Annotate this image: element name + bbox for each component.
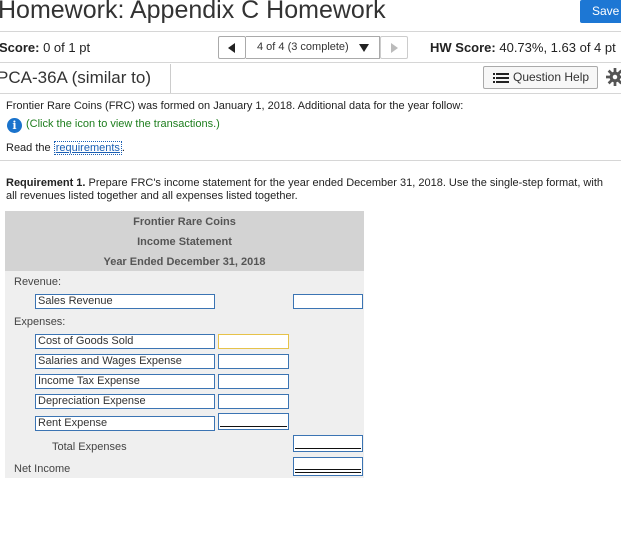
info-icon[interactable]: i [7, 118, 22, 133]
revenue-amount-field[interactable] [293, 294, 363, 309]
question-select-value: 4 of 4 (3 complete) [257, 41, 349, 53]
double-underline [295, 469, 361, 470]
question-id: PCA-36A (similar to) [0, 68, 151, 87]
question-help-label: Question Help [513, 70, 590, 84]
total-expenses-label: Total Expenses [52, 441, 127, 453]
divider [0, 62, 621, 63]
hw-score: HW Score: 40.73%, 1.63 of 4 pt [430, 40, 616, 55]
requirement-body: Prepare FRC's income statement for the y… [6, 177, 603, 202]
gear-icon[interactable] [606, 68, 621, 86]
expense-account-field[interactable]: Cost of Goods Sold [35, 334, 215, 349]
chevron-down-icon [359, 44, 369, 52]
hw-score-label: HW Score: [430, 40, 496, 55]
expense-account-field[interactable]: Rent Expense [35, 416, 215, 431]
read-prefix: Read the [6, 142, 51, 154]
statement-body: Revenue: Sales Revenue Expenses: Cost of… [5, 271, 364, 478]
read-suffix: . [121, 142, 125, 154]
expense-account-field[interactable]: Income Tax Expense [35, 374, 215, 389]
expense-amount-field[interactable] [218, 354, 289, 369]
expense-account-field[interactable]: Depreciation Expense [35, 394, 215, 409]
expense-amount-field[interactable] [218, 394, 289, 409]
hw-score-value: 40.73%, 1.63 of 4 pt [499, 40, 616, 55]
revenue-account-field[interactable]: Sales Revenue [35, 294, 215, 309]
underline [295, 448, 361, 449]
previous-question-button[interactable] [218, 36, 246, 59]
score: Score: 0 of 1 pt [0, 40, 90, 55]
requirement-label: Requirement 1. [6, 177, 86, 189]
double-underline [295, 472, 361, 473]
save-button[interactable]: Save [580, 0, 621, 23]
underline [220, 426, 287, 427]
page-title: Homework: Appendix C Homework [0, 0, 386, 24]
divider [0, 31, 621, 32]
expenses-label: Expenses: [14, 316, 66, 328]
read-requirements: Read the requirements. [6, 141, 125, 155]
statement-header: Frontier Rare Coins Income Statement Yea… [5, 211, 364, 271]
requirement-text: Requirement 1. Prepare FRC's income stat… [6, 177, 614, 203]
list-icon [493, 73, 509, 83]
net-income-field[interactable] [293, 457, 363, 476]
divider [0, 160, 621, 161]
transactions-link[interactable]: (Click the icon to view the transactions… [26, 118, 220, 130]
expense-amount-field[interactable] [218, 413, 289, 430]
expense-amount-field[interactable] [218, 334, 289, 349]
score-value: 0 of 1 pt [43, 40, 91, 55]
score-label: Score: [0, 40, 40, 55]
divider [170, 64, 171, 94]
requirements-link[interactable]: requirements [53, 141, 122, 155]
question-help-button[interactable]: Question Help [483, 66, 598, 89]
divider [0, 93, 621, 94]
total-expenses-field[interactable] [293, 435, 363, 452]
company-name: Frontier Rare Coins [133, 216, 236, 228]
statement-name: Income Statement [137, 236, 232, 248]
next-question-button[interactable] [380, 36, 408, 59]
expense-account-field[interactable]: Salaries and Wages Expense [35, 354, 215, 369]
statement-period: Year Ended December 31, 2018 [103, 256, 266, 268]
revenue-label: Revenue: [14, 276, 62, 288]
net-income-label: Net Income [14, 463, 71, 475]
question-select[interactable]: 4 of 4 (3 complete) [246, 36, 380, 59]
expense-amount-field[interactable] [218, 374, 289, 389]
intro-text: Frontier Rare Coins (FRC) was formed on … [6, 100, 464, 112]
